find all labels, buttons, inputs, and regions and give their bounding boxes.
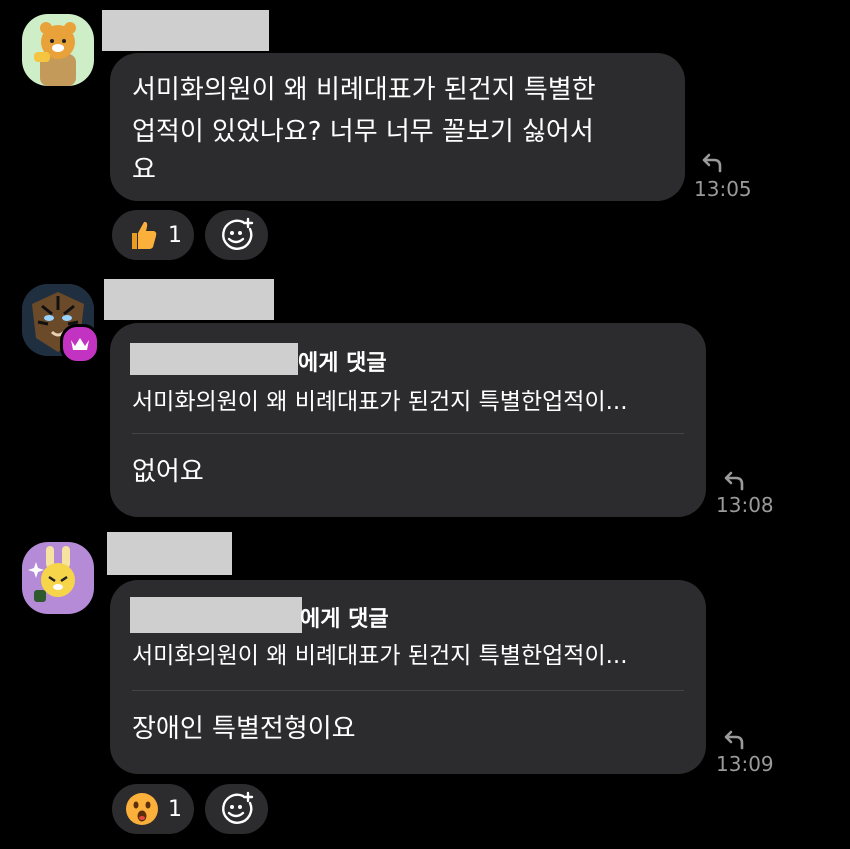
quoted-user-redacted bbox=[130, 343, 298, 375]
reply-icon[interactable] bbox=[722, 468, 746, 496]
crown-icon bbox=[71, 338, 89, 350]
quote-divider bbox=[132, 433, 684, 434]
quoted-message-text: 서미화의원이 왜 비례대표가 된건지 특별한업적이... bbox=[132, 643, 628, 669]
reply-icon[interactable] bbox=[722, 727, 746, 755]
message-time: 13:09 bbox=[716, 752, 774, 776]
sender-name-redacted bbox=[102, 10, 269, 51]
message-text-line: 서미화의원이 왜 비례대표가 된건지 특별한 bbox=[132, 75, 596, 105]
ryan-character-icon bbox=[34, 22, 76, 86]
message-time: 13:08 bbox=[716, 493, 774, 517]
add-emoji-icon bbox=[221, 217, 253, 250]
add-reaction-button[interactable] bbox=[205, 784, 268, 834]
reply-to-label: 에게 댓글 bbox=[300, 607, 389, 632]
quoted-user-redacted bbox=[130, 597, 302, 633]
quoted-message-text: 서미화의원이 왜 비례대표가 된건지 특별한업적이... bbox=[132, 389, 628, 415]
thumbs-up-icon bbox=[132, 221, 157, 249]
message-text: 장애인 특별전형이요 bbox=[132, 714, 356, 744]
message-bubble-2[interactable]: 에게 댓글 서미화의원이 왜 비례대표가 된건지 특별한업적이... 없어요 bbox=[110, 323, 706, 517]
quote-divider bbox=[132, 690, 684, 691]
sender-name-redacted bbox=[104, 279, 274, 320]
add-emoji-icon bbox=[221, 791, 253, 824]
crown-badge bbox=[60, 324, 100, 364]
reaction-count: 1 bbox=[168, 796, 182, 822]
message-text-line: 요 bbox=[132, 155, 156, 185]
surprised-face-icon bbox=[126, 793, 158, 825]
avatar-muzi[interactable] bbox=[22, 542, 94, 614]
message-bubble-3[interactable]: 에게 댓글 서미화의원이 왜 비례대표가 된건지 특별한업적이... 장애인 특… bbox=[110, 580, 706, 774]
reply-icon[interactable] bbox=[700, 150, 724, 178]
message-bubble-1[interactable]: 서미화의원이 왜 비례대표가 된건지 특별한 업적이 있었나요? 너무 너무 꼴… bbox=[110, 53, 685, 201]
sender-name-redacted bbox=[107, 532, 232, 575]
muzi-character-icon bbox=[28, 546, 75, 602]
reaction-surprised[interactable]: 1 bbox=[112, 784, 194, 834]
avatar-ryan[interactable] bbox=[22, 14, 94, 86]
reaction-count: 1 bbox=[168, 222, 182, 248]
add-reaction-button[interactable] bbox=[205, 210, 268, 260]
message-text-line: 업적이 있었나요? 너무 너무 꼴보기 싫어서 bbox=[132, 117, 594, 147]
reaction-thumbs-up[interactable]: 1 bbox=[112, 210, 194, 260]
message-text: 없어요 bbox=[132, 457, 204, 487]
message-time: 13:05 bbox=[694, 177, 752, 201]
reply-to-label: 에게 댓글 bbox=[298, 351, 387, 376]
